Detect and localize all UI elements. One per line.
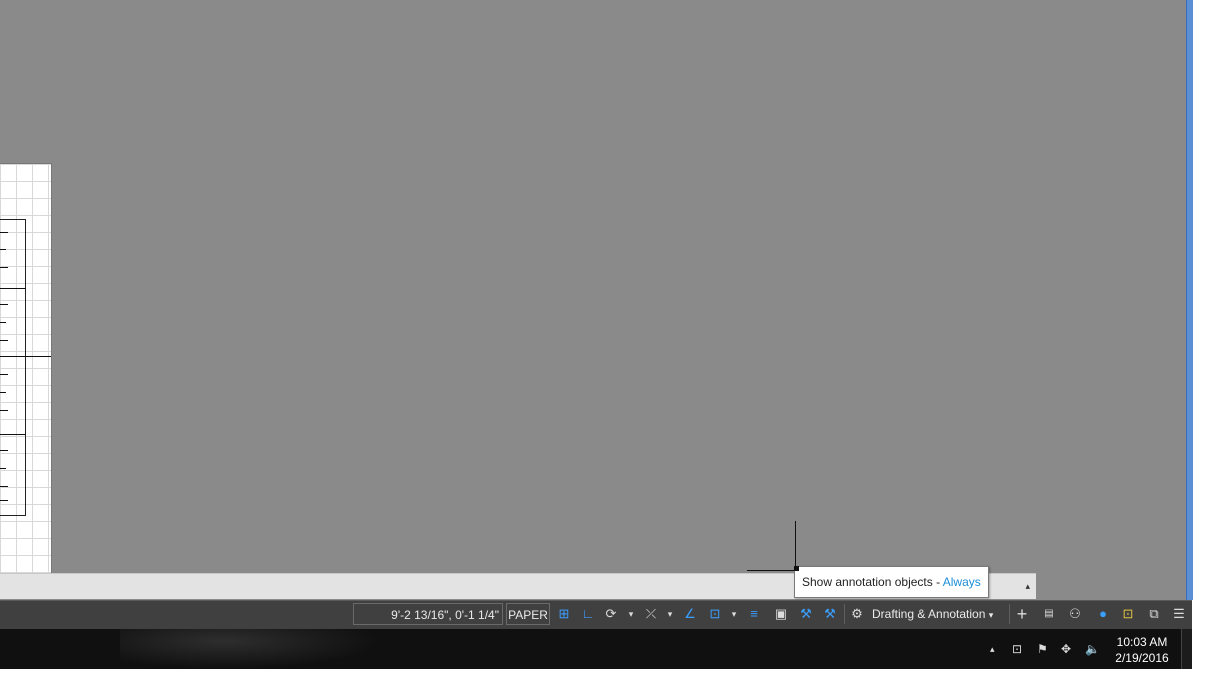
dimension-tick — [0, 267, 8, 268]
status-separator — [844, 604, 845, 624]
dimension-tick — [0, 374, 8, 375]
dimension-tick — [0, 356, 51, 357]
show-desktop-button[interactable] — [1181, 629, 1192, 669]
dimension-tick — [0, 434, 26, 435]
notification-icon[interactable]: ⊡ — [1118, 604, 1138, 624]
customize-menu-icon[interactable]: ☰ — [1169, 604, 1189, 624]
paper-sheet — [0, 163, 52, 585]
tooltip-text: Show annotation objects - — [802, 575, 943, 589]
polar-tracking-icon[interactable]: ⟳ — [601, 604, 621, 624]
isolate-objects-icon[interactable]: ⚇ — [1065, 604, 1085, 624]
tray-flag-icon[interactable]: ⚑ — [1037, 642, 1048, 656]
dimension-tick — [0, 450, 8, 451]
dimension-tick — [0, 249, 6, 250]
gear-icon[interactable]: ⚙ — [847, 604, 867, 624]
dynamic-dropdown-icon[interactable]: ▾ — [729, 604, 739, 624]
workspace-label: Drafting & Annotation — [872, 607, 986, 621]
auto-scale-icon[interactable]: ⚒ — [820, 604, 840, 624]
model-paper-space-toggle[interactable]: PAPER — [506, 603, 550, 625]
tray-volume-icon[interactable]: 🔈 — [1085, 642, 1100, 656]
cursor-pickbox — [794, 566, 799, 571]
plus-icon[interactable]: + — [1012, 604, 1032, 624]
windows-taskbar: ▴ ⊡ ⚑ ✥ 🔈 10:03 AM 2/19/2016 — [0, 629, 1192, 669]
dimension-tick — [0, 340, 8, 341]
dimension-tick — [0, 322, 6, 323]
ortho-mode-icon[interactable]: ∟ — [578, 604, 598, 624]
drawing-canvas[interactable] — [0, 0, 1186, 600]
expand-command-history-icon[interactable]: ▴ — [1025, 581, 1030, 592]
dimension-tick — [0, 304, 8, 305]
lineweight-icon[interactable]: ≡ — [744, 604, 764, 624]
dynamic-input-icon[interactable]: ⊡ — [705, 604, 725, 624]
clock-time: 10:03 AM — [1116, 635, 1168, 649]
chevron-down-icon: ▾ — [988, 610, 994, 620]
dimension-tick — [0, 468, 6, 469]
units-icon[interactable]: ▤ — [1039, 604, 1059, 624]
coordinate-display[interactable]: 9'-2 13/16", 0'-1 1/4" — [353, 603, 503, 625]
object-snap-icon[interactable]: ⤫ — [641, 604, 661, 624]
dimension-tick — [0, 500, 8, 501]
annotation-tooltip: Show annotation objects - Always — [794, 566, 989, 598]
status-bar: 9'-2 13/16", 0'-1 1/4" PAPER ⊞ ∟ ⟳ ▾ ⤫ ▾… — [0, 600, 1192, 629]
tray-dropbox-icon[interactable]: ✥ — [1061, 642, 1071, 656]
polar-dropdown-icon[interactable]: ▾ — [626, 604, 636, 624]
system-clock[interactable]: 10:03 AM 2/19/2016 — [1106, 634, 1178, 666]
workspace-switcher[interactable]: Drafting & Annotation ▾ — [872, 604, 993, 624]
dimension-tick — [0, 232, 8, 233]
dimension-tick — [0, 392, 6, 393]
crosshair-cursor-horizontal — [747, 570, 795, 571]
show-hidden-icons-icon[interactable]: ▴ — [990, 644, 995, 655]
clean-screen-icon[interactable]: ⧉ — [1144, 604, 1164, 624]
tooltip-value: Always — [942, 575, 981, 589]
transparency-icon[interactable]: ▣ — [771, 604, 791, 624]
osnap-dropdown-icon[interactable]: ▾ — [665, 604, 675, 624]
tray-network-icon[interactable]: ⊡ — [1012, 642, 1022, 656]
snap-grid-icon[interactable]: ⊞ — [554, 604, 574, 624]
dimension-tick — [0, 410, 8, 411]
taskbar-wallpaper — [120, 629, 380, 669]
annotation-visibility-icon[interactable]: ⚒ — [796, 604, 816, 624]
status-separator — [1009, 604, 1010, 624]
dimension-tick — [0, 486, 8, 487]
drawing-frame — [0, 219, 26, 516]
window-border — [1186, 0, 1193, 600]
dimension-tick — [0, 288, 26, 289]
isodraft-angle-icon[interactable]: ∠ — [680, 604, 700, 624]
clock-date: 2/19/2016 — [1115, 651, 1169, 665]
hardware-acceleration-icon[interactable]: ● — [1093, 604, 1113, 624]
